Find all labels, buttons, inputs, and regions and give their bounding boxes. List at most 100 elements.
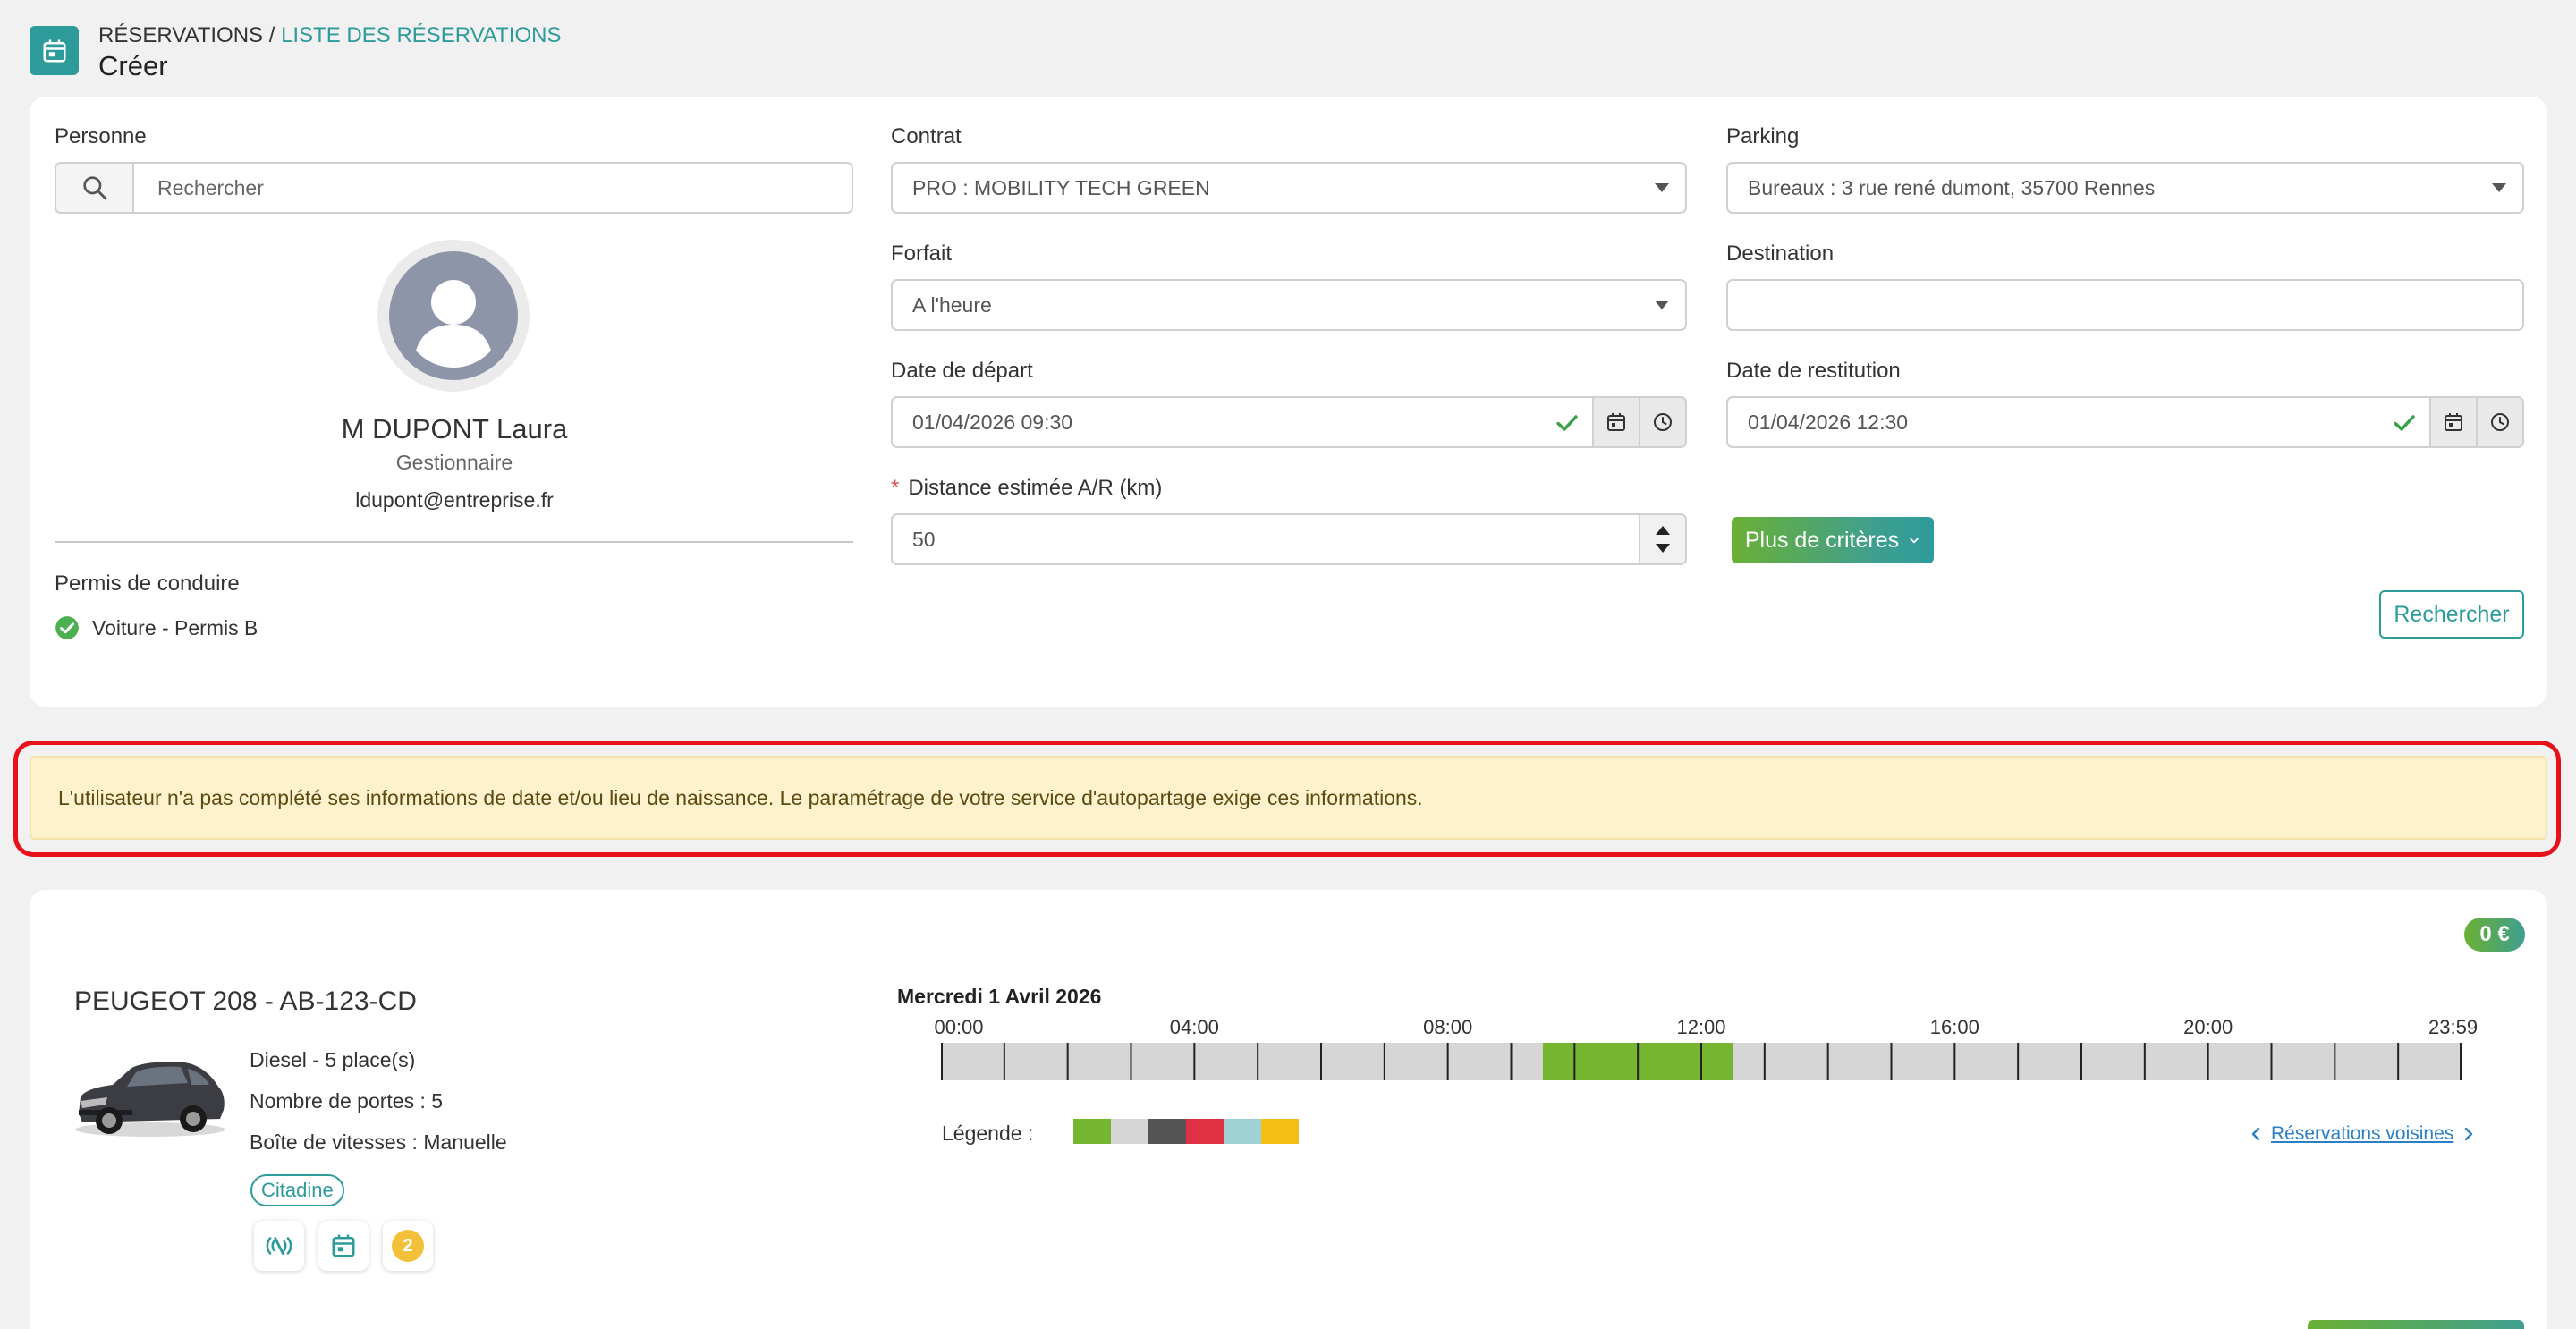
quantity-stepper[interactable]	[1639, 515, 1685, 563]
car-image	[75, 1062, 225, 1137]
decrement-icon[interactable]	[1656, 544, 1670, 553]
tick-label-3: 12:00	[1676, 1016, 1726, 1038]
chevron-down-icon	[1655, 183, 1669, 192]
required-mark: *	[891, 476, 900, 500]
contract-select[interactable]: PRO : MOBILITY TECH GREEN	[891, 162, 1687, 214]
person-search-input[interactable]	[134, 164, 852, 212]
chevron-down-icon	[2492, 183, 2506, 192]
calendar-icon	[30, 26, 79, 75]
reserve-button[interactable]	[2308, 1320, 2524, 1329]
check-icon	[2394, 415, 2415, 431]
calendar-button[interactable]	[2429, 398, 2476, 446]
no-signal-icon	[266, 1237, 292, 1255]
search-icon	[82, 176, 106, 200]
forfait-select[interactable]: A l'heure	[891, 279, 1687, 331]
check-circle-icon	[55, 616, 79, 639]
person-role: Gestionnaire	[395, 451, 513, 474]
parking-select[interactable]: Bureaux : 3 rue rené dumont, 35700 Renne…	[1726, 162, 2524, 214]
departure-label: Date de départ	[891, 359, 1033, 383]
user-avatar-icon	[389, 251, 518, 380]
departure-value: 01/04/2026 09:30	[912, 410, 1073, 434]
price-badge: 0 €	[2464, 918, 2525, 952]
person-email: ldupont@entreprise.fr	[355, 488, 554, 512]
legend-swatch-0	[1073, 1119, 1111, 1144]
breadcrumb-link-reservations[interactable]: LISTE DES RÉSERVATIONS	[281, 23, 561, 47]
tick-label-2: 08:00	[1423, 1016, 1473, 1038]
distance-label-text: Distance estimée A/R (km)	[908, 476, 1163, 500]
calendar-feature-button[interactable]	[318, 1221, 369, 1271]
license-value: Voiture - Permis B	[92, 615, 258, 639]
contract-label: Contrat	[891, 124, 962, 148]
distance-label: * Distance estimée A/R (km)	[891, 476, 1162, 501]
person-divider	[55, 541, 853, 543]
more-criteria-button[interactable]: Plus de critères	[1732, 517, 1934, 563]
return-value: 01/04/2026 12:30	[1748, 410, 1909, 434]
forfait-label: Forfait	[891, 241, 953, 266]
vehicle-spec-gearbox: Boîte de vitesses : Manuelle	[250, 1130, 507, 1154]
search-reservations-button[interactable]: Rechercher	[2379, 590, 2524, 639]
vehicle-title: PEUGEOT 208 - AB-123-CD	[74, 986, 417, 1016]
person-label: Personne	[55, 124, 147, 148]
calendar-icon	[2445, 413, 2462, 431]
tick-label-4: 16:00	[1929, 1016, 1979, 1038]
warning-alert: L'utilisateur n'a pas complété ses infor…	[30, 756, 2547, 840]
clock-icon	[1654, 413, 1672, 431]
breadcrumb-separator: /	[263, 23, 282, 47]
check-icon	[1556, 415, 1578, 431]
distance-value: 50	[912, 527, 936, 551]
return-date-input[interactable]: 01/04/2026 12:30	[1726, 396, 2524, 448]
legend-swatches	[1073, 1119, 1299, 1144]
legend-swatch-2	[1148, 1119, 1186, 1144]
legend-label: Légende :	[942, 1122, 1034, 1145]
breadcrumb: RÉSERVATIONS / LISTE DES RÉSERVATIONS	[98, 23, 561, 48]
destination-label: Destination	[1726, 241, 1835, 266]
destination-input[interactable]	[1726, 279, 2524, 331]
vehicle-spec-fuel: Diesel - 5 place(s)	[250, 1048, 416, 1071]
warning-text: L'utilisateur n'a pas complété ses infor…	[58, 785, 1423, 809]
category-tag: Citadine	[250, 1174, 344, 1206]
coin-count: 2	[402, 1235, 413, 1256]
vehicle-feature-icons: 2	[254, 1221, 433, 1271]
more-criteria-label: Plus de critères	[1744, 527, 1900, 553]
parking-value: Bureaux : 3 rue rené dumont, 35700 Renne…	[1748, 175, 2156, 199]
avatar	[377, 240, 530, 392]
time-button[interactable]	[1639, 398, 1685, 446]
neighbor-reservations-label: Réservations voisines	[2271, 1123, 2454, 1144]
chevron-down-icon	[1655, 301, 1669, 309]
timeline-date: Mercredi 1 Avril 2026	[897, 985, 1102, 1008]
legend-swatch-3	[1186, 1119, 1224, 1144]
time-button[interactable]	[2476, 398, 2522, 446]
coin-button[interactable]: 2	[383, 1221, 433, 1271]
search-button[interactable]	[56, 164, 134, 212]
license-label: Permis de conduire	[55, 571, 240, 596]
tick-label-6: 23:59	[2428, 1016, 2479, 1038]
contract-value: PRO : MOBILITY TECH GREEN	[912, 175, 1210, 199]
legend-swatch-4	[1224, 1119, 1261, 1144]
calendar-icon	[1607, 413, 1625, 431]
person-search-field	[55, 162, 853, 214]
neighbor-reservations-link[interactable]: Réservations voisines	[2250, 1123, 2475, 1145]
breadcrumb-root: RÉSERVATIONS	[98, 23, 264, 47]
calendar-button[interactable]	[1592, 398, 1639, 446]
license-item: Voiture - Permis B	[55, 615, 258, 640]
parking-label: Parking	[1726, 124, 1800, 148]
departure-date-input[interactable]: 01/04/2026 09:30	[891, 396, 1687, 448]
person-name: M DUPONT Laura	[341, 413, 568, 444]
increment-icon[interactable]	[1656, 526, 1670, 535]
forfait-value: A l'heure	[912, 292, 992, 317]
tick-label-0: 00:00	[934, 1016, 984, 1038]
tick-label-1: 04:00	[1169, 1016, 1219, 1038]
legend-swatch-1	[1111, 1119, 1148, 1144]
legend-swatch-5	[1261, 1119, 1299, 1144]
chevron-left-icon	[2251, 1127, 2260, 1141]
availability-timeline[interactable]	[941, 1043, 2462, 1080]
tick-label-5: 20:00	[2183, 1016, 2233, 1038]
no-signal-button[interactable]	[254, 1221, 304, 1271]
coin-icon: 2	[392, 1230, 424, 1262]
distance-input[interactable]: 50	[891, 513, 1687, 565]
chevron-right-icon	[2465, 1127, 2473, 1141]
calendar-icon	[332, 1234, 355, 1257]
vehicle-spec-doors: Nombre de portes : 5	[250, 1089, 444, 1113]
chevron-down-icon	[1910, 538, 1919, 544]
page-title: Créer	[98, 50, 168, 81]
